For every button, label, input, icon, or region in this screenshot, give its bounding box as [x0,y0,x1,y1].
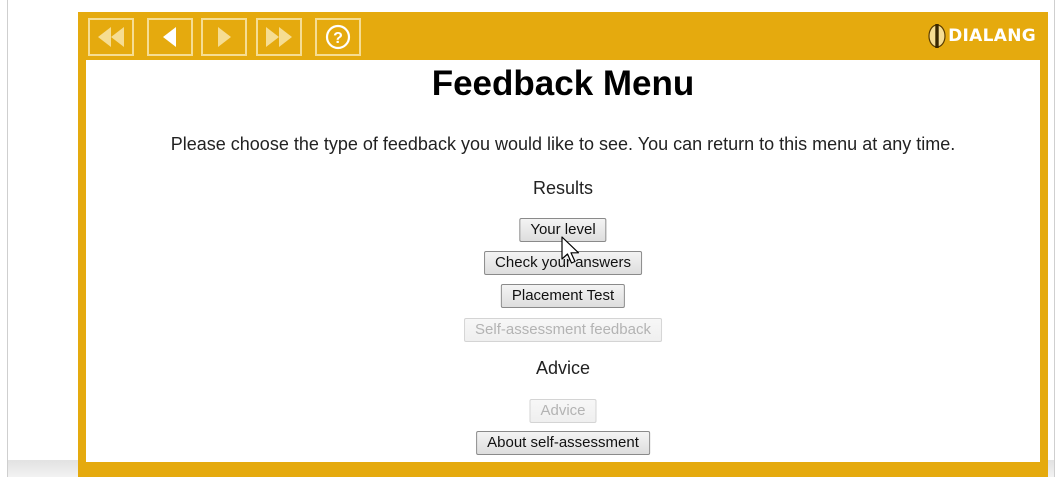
advice-heading: Advice [535,358,591,378]
advice-button[interactable]: Advice [529,399,597,423]
window-border-right [1054,0,1055,477]
left-arrow-icon [163,27,176,47]
feedback-menu-panel: Feedback Menu Please choose the type of … [86,60,1040,462]
double-left-arrow-icon [98,27,124,47]
help-icon: ? [325,24,351,50]
window-border-left [7,0,8,477]
your-level-button[interactable]: Your level [519,218,607,242]
intro-text: Please choose the type of feedback you w… [170,134,956,154]
previous-page-button[interactable] [147,18,193,56]
about-self-assessment-button[interactable]: About self-assessment [476,431,650,455]
right-arrow-icon [218,27,231,47]
results-heading: Results [532,178,594,198]
next-page-button[interactable] [201,18,247,56]
first-page-button[interactable] [88,18,134,56]
double-right-arrow-icon [266,27,292,47]
svg-text:?: ? [333,30,343,47]
placement-test-button[interactable]: Placement Test [500,284,626,308]
self-assessment-feedback-button[interactable]: Self-assessment feedback [464,318,662,342]
dialang-logo: DIALANG [926,20,1036,52]
logo-text: DIALANG [948,26,1036,46]
last-page-button[interactable] [256,18,302,56]
page-title: Feedback Menu [431,64,695,103]
dialang-logo-icon [928,24,946,48]
dialang-frame: ? DIALANG Feedback Menu Please choose th… [78,12,1048,477]
check-your-answers-button[interactable]: Check your answers [484,251,642,275]
toolbar: ? DIALANG [78,12,1048,60]
help-button[interactable]: ? [315,18,361,56]
